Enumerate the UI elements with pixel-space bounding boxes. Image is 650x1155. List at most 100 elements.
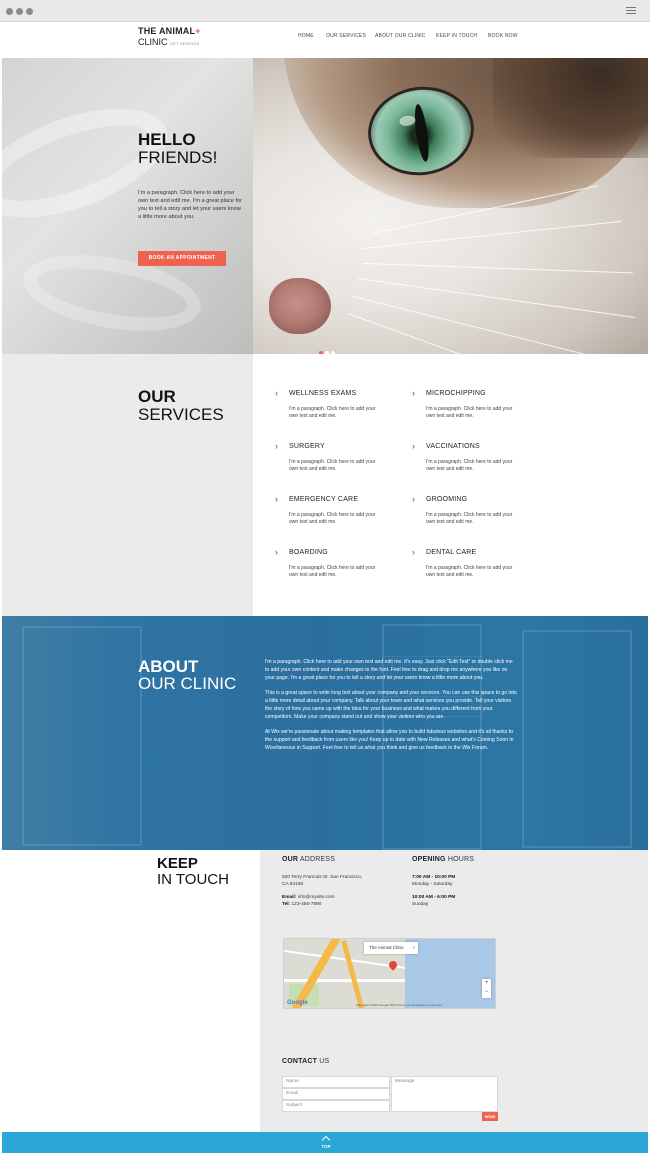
map-info-label: The Animal Clinic: [369, 945, 404, 950]
service-name: SURGERY: [289, 443, 325, 450]
hero-section: HELLO FRIENDS! I'm a paragraph. Click he…: [2, 58, 648, 355]
service-name: VACCINATIONS: [426, 443, 480, 450]
window-frame: [22, 626, 142, 846]
site-header: THE ANIMAL+ CLINIC VET SERVICE HOME OUR …: [2, 22, 648, 58]
service-description: I'm a paragraph. Click here to add your …: [289, 512, 376, 525]
nav-item-our-services[interactable]: OUR SERVICES: [326, 33, 366, 39]
tel-label: Tel:: [282, 902, 291, 907]
about-paragraph: This is a great space to write long text…: [265, 690, 517, 720]
chevron-right-icon: ›: [412, 388, 415, 398]
contact-heading: CONTACT US: [282, 1058, 330, 1065]
about-text: I'm a paragraph. Click here to add your …: [265, 658, 517, 759]
service-name: EMERGENCY CARE: [289, 496, 359, 503]
hours-2-days: Sunday: [412, 902, 429, 907]
address-line-2: CA 94158: [282, 882, 304, 887]
close-icon[interactable]: ×: [412, 942, 415, 954]
touch-title-bold: KEEP: [157, 855, 198, 872]
service-description: I'm a paragraph. Click here to add your …: [426, 406, 513, 419]
hero-title-bold: HELLO: [138, 130, 196, 149]
hours-weekday: 7:00 AM - 10:00 PM Monday - Saturday: [412, 874, 455, 888]
logo-line-1: THE ANIMAL: [138, 26, 196, 36]
browser-chrome: [0, 0, 650, 22]
chevron-right-icon: ›: [412, 441, 415, 451]
hours-1-days: Monday - Saturday: [412, 882, 453, 887]
service-name: WELLNESS EXAMS: [289, 390, 357, 397]
map-pin-icon[interactable]: [387, 959, 399, 971]
services-title-bold: OUR: [138, 387, 176, 406]
about-paragraph: At Wix we're passionate about making tem…: [265, 729, 514, 751]
email-link[interactable]: info@mysite.com: [296, 895, 335, 900]
service-description: I'm a paragraph. Click here to add your …: [289, 565, 376, 578]
service-name: MICROCHIPPING: [426, 390, 486, 397]
service-name: BOARDING: [289, 549, 328, 556]
service-name: DENTAL CARE: [426, 549, 477, 556]
chevron-right-icon: ›: [275, 494, 278, 504]
service-description: I'm a paragraph. Click here to add your …: [426, 565, 513, 578]
hamburger-menu-icon[interactable]: [626, 7, 636, 16]
service-description: I'm a paragraph. Click here to add your …: [426, 512, 513, 525]
email-label: Email:: [282, 895, 297, 900]
hero-cat-image: [253, 58, 648, 354]
hours-2-time: 10:00 AM - 6:00 PM: [412, 895, 456, 900]
service-description: I'm a paragraph. Click here to add your …: [289, 406, 376, 419]
logo-tagline: VET SERVICE: [170, 41, 200, 46]
subject-field[interactable]: Subject: [282, 1100, 390, 1112]
message-field[interactable]: Message: [391, 1076, 498, 1112]
email-field[interactable]: Email: [282, 1088, 390, 1100]
address-line-1: 500 Terry Francois St. San Francisco,: [282, 875, 363, 880]
window-dot-icon: [26, 8, 33, 15]
footer-bar: TOP: [2, 1132, 648, 1153]
window-frame: [522, 630, 632, 848]
top-label: TOP: [321, 1144, 331, 1149]
nav-item-book-now[interactable]: BOOK NOW: [488, 33, 518, 39]
nav-item-home[interactable]: HOME: [298, 33, 314, 39]
about-title: ABOUT OUR CLINIC: [138, 658, 236, 692]
nav-item-keep-in-touch[interactable]: KEEP IN TOUCH: [436, 33, 477, 39]
hours-heading: OPENING HOURS: [412, 856, 475, 863]
touch-title: KEEP IN TOUCH: [157, 856, 229, 888]
about-title-normal: OUR CLINIC: [138, 674, 237, 693]
about-section: ABOUT OUR CLINIC I'm a paragraph. Click …: [2, 616, 648, 850]
window-dot-icon: [6, 8, 13, 15]
hero-title-normal: FRIENDS!: [138, 148, 218, 167]
chevron-right-icon: ›: [275, 547, 278, 557]
service-description: I'm a paragraph. Click here to add your …: [426, 459, 513, 472]
site-logo[interactable]: THE ANIMAL+ CLINIC VET SERVICE: [138, 27, 201, 47]
hero-paragraph: I'm a paragraph. Click here to add your …: [138, 190, 242, 220]
services-section: OUR SERVICES › WELLNESS EXAMS I'm a paragr…: [2, 354, 648, 616]
map-zoom-control: + −: [482, 979, 491, 998]
hours-sunday: 10:00 AM - 6:00 PM Sunday: [412, 894, 455, 908]
map-attribution: Map data ©2015 Google 500 ft Terms of Us…: [356, 1003, 442, 1007]
touch-title-normal: IN TOUCH: [157, 871, 229, 888]
contact-details: Email: info@mysite.com Tel: 123-456-7890: [282, 894, 335, 908]
service-description: I'm a paragraph. Click here to add your …: [289, 459, 376, 472]
about-title-bold: ABOUT: [138, 657, 199, 676]
chevron-right-icon: ›: [412, 547, 415, 557]
hero-title: HELLO FRIENDS!: [138, 131, 217, 167]
map-info-window: The Animal Clinic ×: [364, 942, 418, 954]
about-paragraph: I'm a paragraph. Click here to add your …: [265, 659, 513, 681]
keep-in-touch-section: KEEP IN TOUCH OUR ADDRESS 500 Terry Fran…: [2, 850, 648, 1132]
tel-value: 123-456-7890: [290, 902, 322, 907]
service-name: GROOMING: [426, 496, 468, 503]
window-dot-icon: [16, 8, 23, 15]
zoom-out-button[interactable]: −: [482, 988, 491, 997]
cat-nose: [269, 278, 331, 334]
back-to-top-button[interactable]: TOP: [319, 1135, 333, 1149]
zoom-in-button[interactable]: +: [482, 979, 491, 988]
services-title: OUR SERVICES: [138, 388, 224, 424]
address-heading: OUR ADDRESS: [282, 856, 336, 863]
hours-1-time: 7:00 AM - 10:00 PM: [412, 875, 456, 880]
logo-line-2: CLINIC: [138, 37, 168, 47]
chevron-right-icon: ›: [275, 441, 278, 451]
chevron-up-icon: [321, 1135, 331, 1145]
book-appointment-button[interactable]: BOOK AN APPOINTMENT: [138, 251, 226, 266]
nav-item-about-our-clinic[interactable]: ABOUT OUR CLINIC: [375, 33, 426, 39]
location-map[interactable]: The Animal Clinic × + − Google Map data ©…: [283, 938, 496, 1009]
services-title-normal: SERVICES: [138, 405, 224, 424]
chevron-right-icon: ›: [275, 388, 278, 398]
page-frame: THE ANIMAL+ CLINIC VET SERVICE HOME OUR …: [2, 22, 648, 1153]
name-field[interactable]: Name: [282, 1076, 390, 1088]
logo-plus-icon: +: [195, 26, 201, 36]
send-button[interactable]: SEND: [482, 1112, 498, 1121]
